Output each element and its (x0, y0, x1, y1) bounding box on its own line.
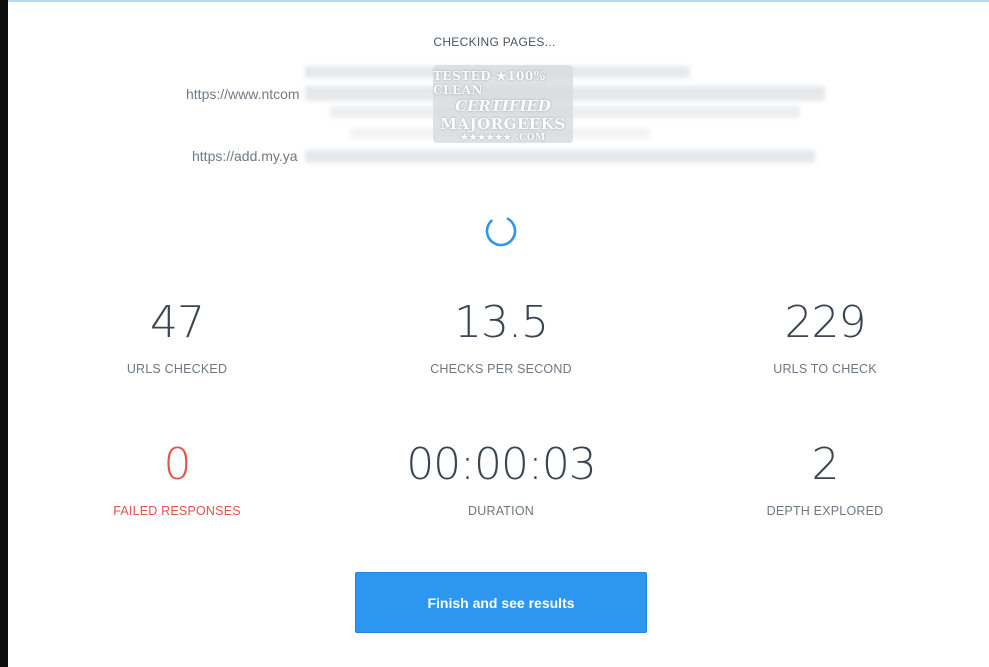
redacted-text-5 (305, 150, 815, 163)
stat-value: 47 (150, 297, 205, 348)
checking-url-2: https://add.my.ya (192, 148, 298, 164)
watermark-line-1: TESTED ★100% CLEAN (433, 69, 546, 97)
stat-value: 0 (163, 439, 192, 490)
stat-failed-responses: 0 FAILED RESPONSES (27, 438, 327, 518)
stat-label: FAILED RESPONSES (113, 504, 241, 518)
stat-value: 229 (784, 297, 867, 348)
stat-label: DURATION (468, 504, 534, 518)
checking-url-1: https://www.ntcom (186, 86, 300, 102)
stat-value: 13.5 (454, 297, 549, 348)
stat-depth-explored: 2 DEPTH EXPLORED (675, 438, 975, 518)
majorgeeks-watermark: TESTED ★100% CLEAN CERTIFIED MAJORGEEKS … (433, 65, 573, 143)
stat-duration: 00:00:03 DURATION (351, 438, 651, 518)
watermark-line-3: MAJORGEEKS (440, 115, 566, 133)
status-title: CHECKING PAGES... (433, 35, 556, 49)
watermark-line-4: ★★★★★★ .COM (460, 133, 546, 143)
stat-value: 2 (811, 439, 840, 490)
top-divider (8, 0, 989, 2)
window-left-edge (0, 0, 8, 667)
stat-label: URLS TO CHECK (773, 362, 877, 376)
stat-label: DEPTH EXPLORED (766, 504, 884, 518)
stat-urls-checked: 47 URLS CHECKED (27, 296, 327, 376)
stat-label: CHECKS PER SECOND (430, 362, 572, 376)
stat-urls-to-check: 229 URLS TO CHECK (675, 296, 975, 376)
stat-value: 00:00:03 (406, 439, 597, 490)
stat-checks-per-second: 13.5 CHECKS PER SECOND (351, 296, 651, 376)
watermark-line-2: CERTIFIED (455, 97, 551, 115)
finish-and-see-results-button[interactable]: Finish and see results (355, 572, 647, 633)
loading-spinner-icon (485, 215, 517, 247)
stat-label: URLS CHECKED (126, 362, 228, 376)
